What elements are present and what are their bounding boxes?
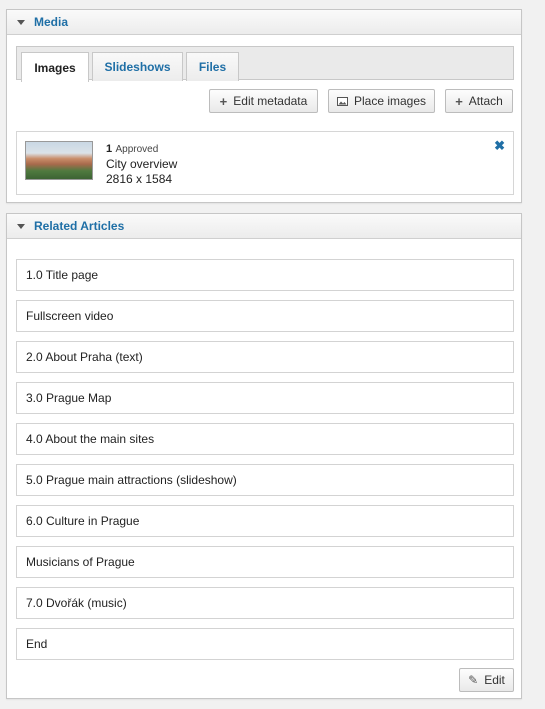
edit-metadata-button[interactable]: + Edit metadata [209,89,318,113]
article-item[interactable]: Musicians of Prague [16,546,514,578]
pencil-icon: ✎ [468,673,479,687]
edit-label: Edit [484,673,505,687]
media-count: 1 [106,143,113,155]
caret-down-icon[interactable] [17,224,25,229]
edit-button[interactable]: ✎ Edit [459,668,514,692]
media-item[interactable]: 1 Approved City overview 2816 x 1584 ✖ [16,131,514,195]
article-item[interactable]: Fullscreen video [16,300,514,332]
place-images-button[interactable]: Place images [328,89,435,113]
media-panel: Media Images Slideshows Files + Edit met… [6,9,522,203]
media-tabs: Images Slideshows Files [16,46,514,82]
related-articles-header[interactable]: Related Articles [7,214,521,239]
article-item[interactable]: 3.0 Prague Map [16,382,514,414]
article-item[interactable]: 2.0 About Praha (text) [16,341,514,373]
tab-images[interactable]: Images [21,52,89,82]
edit-metadata-label: Edit metadata [233,94,308,108]
media-info: 1 Approved City overview 2816 x 1584 [106,141,177,187]
plus-icon: + [219,93,228,109]
media-panel-header[interactable]: Media [7,10,521,35]
related-articles-title: Related Articles [34,219,125,233]
media-dimensions: 2816 x 1584 [106,172,173,186]
article-item[interactable]: 5.0 Prague main attractions (slideshow) [16,464,514,496]
media-status: Approved [115,144,159,155]
media-thumbnail[interactable] [25,141,93,180]
article-item[interactable]: 4.0 About the main sites [16,423,514,455]
attach-label: Attach [468,94,503,108]
media-panel-title: Media [34,15,69,29]
related-articles-panel: Related Articles 1.0 Title page Fullscre… [6,213,522,699]
tab-slideshows[interactable]: Slideshows [92,52,183,81]
image-icon [336,94,348,109]
tab-files[interactable]: Files [186,52,239,81]
media-name: City overview [106,157,178,171]
article-item[interactable]: 6.0 Culture in Prague [16,505,514,537]
article-item[interactable]: 7.0 Dvořák (music) [16,587,514,619]
attach-button[interactable]: + Attach [445,89,513,113]
article-item[interactable]: 1.0 Title page [16,259,514,291]
place-images-label: Place images [353,94,427,108]
close-icon[interactable]: ✖ [494,138,505,154]
plus-icon: + [455,93,463,109]
article-item[interactable]: End [16,628,514,660]
caret-down-icon[interactable] [17,20,25,25]
